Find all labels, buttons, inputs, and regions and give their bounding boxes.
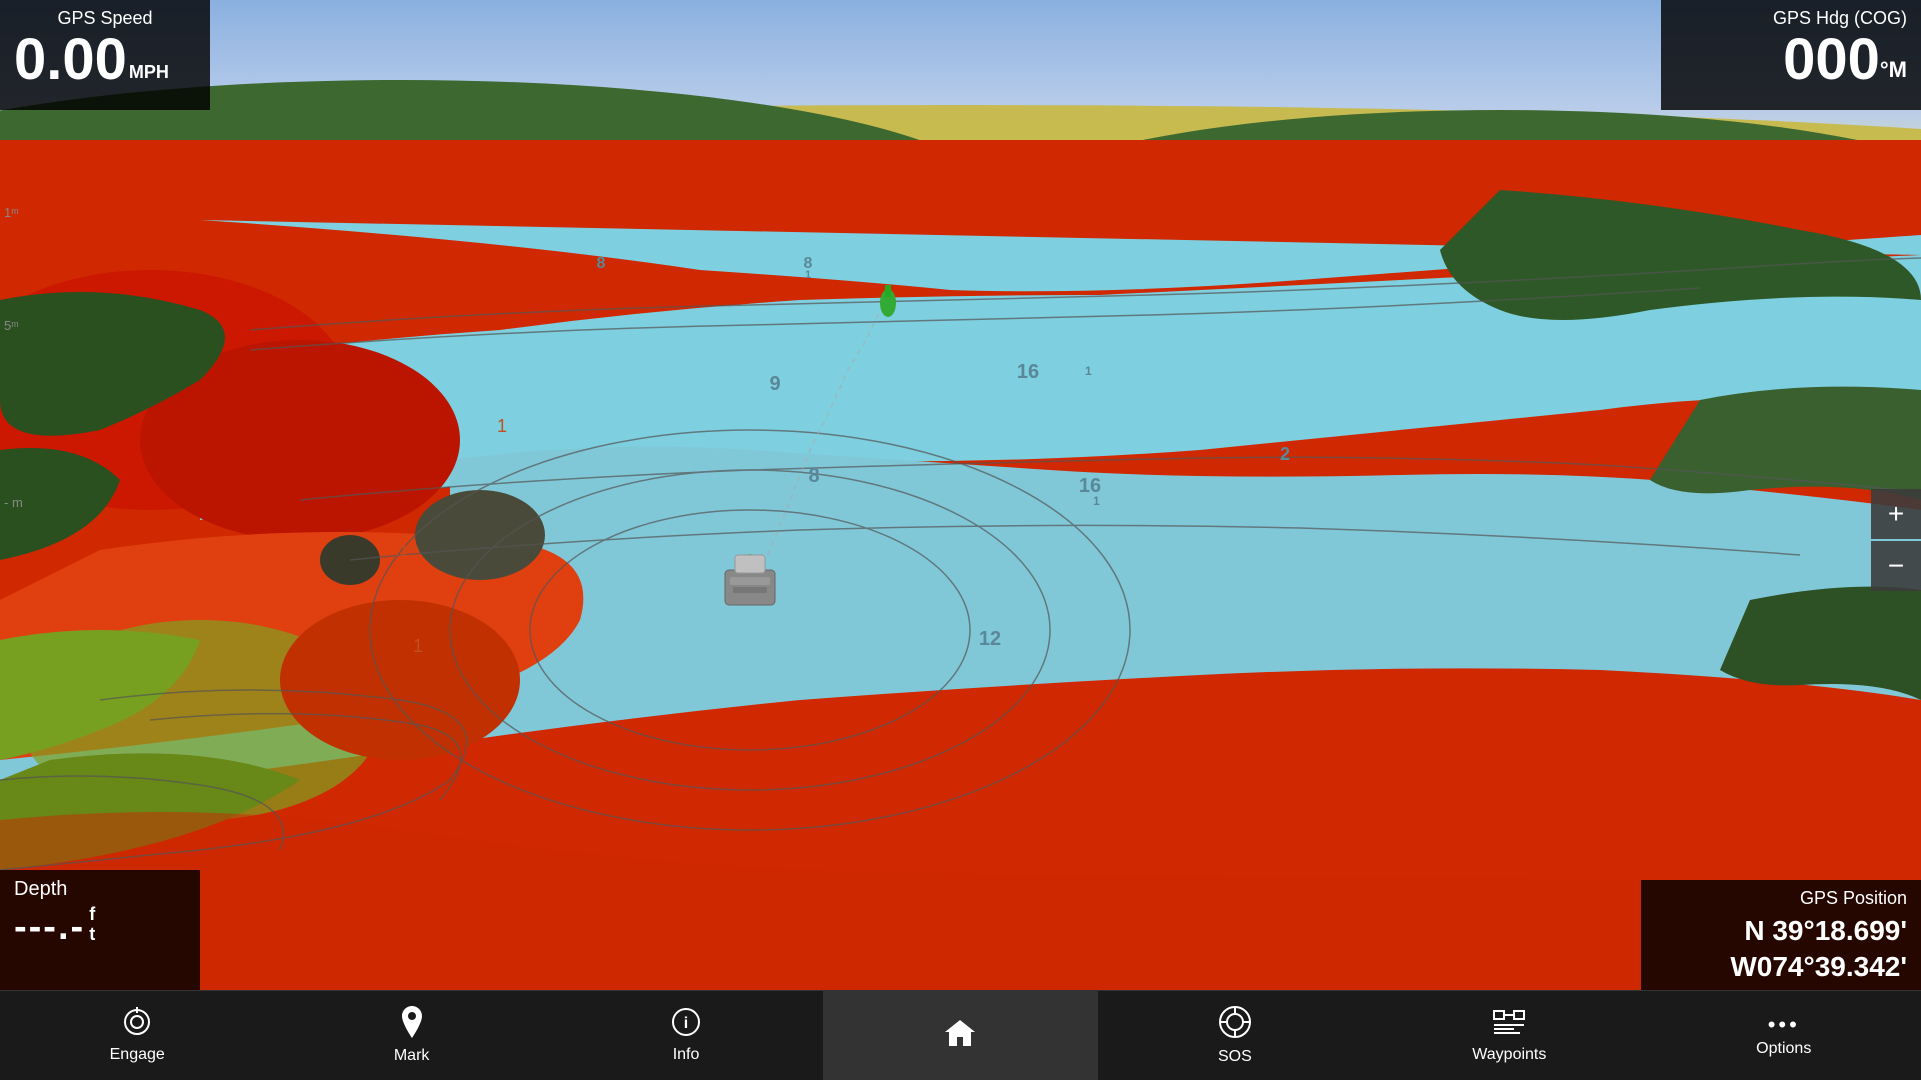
svg-text:8: 8	[597, 255, 606, 272]
nav-bar: Engage Mark i Info	[0, 990, 1921, 1080]
nav-info[interactable]: i Info	[549, 991, 823, 1080]
svg-text:1: 1	[413, 636, 423, 656]
depth-marker-m: - m	[4, 495, 23, 510]
nav-sos[interactable]: SOS	[1098, 991, 1372, 1080]
depth-marker-1m: 1ᵐ	[4, 205, 19, 220]
svg-text:1: 1	[1093, 494, 1100, 508]
gps-hdg-label: GPS Hdg (COG)	[1675, 8, 1907, 29]
svg-text:2: 2	[1280, 444, 1290, 464]
options-icon: •••	[1768, 1014, 1800, 1036]
gps-hdg-value: 000	[1783, 31, 1880, 89]
waypoints-icon	[1492, 1007, 1526, 1042]
nav-home[interactable]	[823, 991, 1097, 1080]
depth-widget: Depth ---.- f t	[0, 870, 200, 990]
mark-icon	[398, 1006, 426, 1043]
svg-text:1: 1	[805, 269, 811, 281]
svg-text:1: 1	[1085, 364, 1092, 378]
map-container[interactable]: 9 16 1 8 16 1 12 8 1 8 2 1 1 .1ᵐ 1ᵐ 5ᵐ -…	[0, 0, 1921, 990]
gps-position-lon: W074°39.342'	[1655, 949, 1907, 985]
svg-text:.1ᵐ: .1ᵐ	[395, 543, 418, 560]
nav-options-label: Options	[1756, 1040, 1811, 1058]
gps-position-label: GPS Position	[1655, 888, 1907, 909]
depth-value: ---.-	[14, 906, 85, 949]
nav-options[interactable]: ••• Options	[1647, 991, 1921, 1080]
gps-position-lat: N 39°18.699'	[1655, 913, 1907, 949]
sos-icon	[1218, 1005, 1252, 1044]
zoom-controls: + −	[1871, 489, 1921, 591]
svg-text:9: 9	[769, 373, 780, 395]
nav-mark[interactable]: Mark	[274, 991, 548, 1080]
svg-text:i: i	[684, 1015, 688, 1032]
nav-mark-label: Mark	[394, 1047, 430, 1065]
nav-engage-label: Engage	[110, 1046, 165, 1064]
gps-speed-value: 0.00	[14, 31, 127, 89]
nav-waypoints-label: Waypoints	[1472, 1046, 1546, 1064]
nav-engage[interactable]: Engage	[0, 991, 274, 1080]
svg-text:8: 8	[808, 465, 819, 487]
svg-text:12: 12	[979, 628, 1001, 650]
nav-sos-label: SOS	[1218, 1048, 1252, 1066]
depth-unit-f: f	[89, 905, 95, 925]
home-icon	[943, 1018, 977, 1053]
gps-hdg-widget: GPS Hdg (COG) 000 °M	[1661, 0, 1921, 110]
gps-speed-unit: MPH	[129, 63, 169, 81]
depth-unit-t: t	[89, 925, 95, 945]
gps-hdg-unit: °M	[1880, 59, 1907, 81]
gps-speed-widget: GPS Speed 0.00 MPH	[0, 0, 210, 110]
depth-label: Depth	[14, 878, 186, 901]
nav-info-label: Info	[673, 1046, 700, 1064]
zoom-out-button[interactable]: −	[1871, 541, 1921, 591]
depth-marker-5m: 5ᵐ	[4, 318, 19, 333]
info-icon: i	[671, 1007, 701, 1042]
gps-speed-label: GPS Speed	[14, 8, 196, 29]
svg-text:16: 16	[1017, 361, 1039, 383]
gps-position-widget: GPS Position N 39°18.699' W074°39.342'	[1641, 880, 1921, 990]
zoom-in-button[interactable]: +	[1871, 489, 1921, 539]
nav-waypoints[interactable]: Waypoints	[1372, 991, 1646, 1080]
engage-icon	[122, 1007, 152, 1042]
svg-text:1: 1	[497, 416, 507, 436]
